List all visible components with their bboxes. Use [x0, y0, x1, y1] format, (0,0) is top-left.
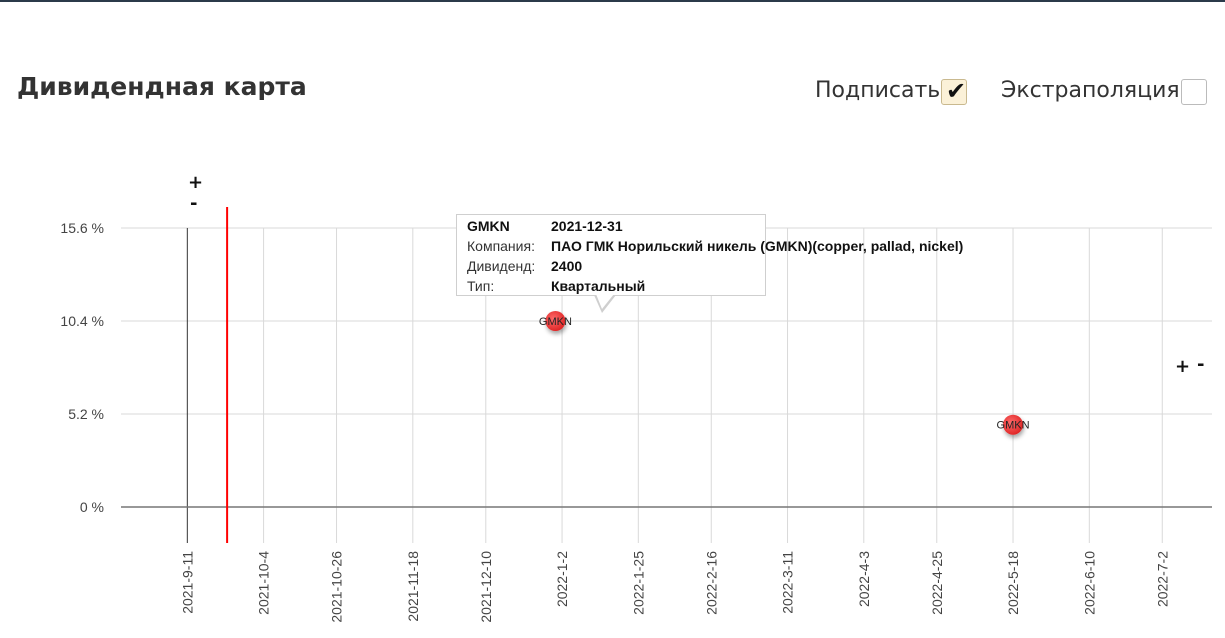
x-tick-label: 2022-4-3 — [856, 551, 872, 607]
x-tick-label: 2022-6-10 — [1081, 551, 1097, 615]
x-tick-label: 2022-7-2 — [1154, 551, 1170, 607]
x-tick-label: 2021-9-11 — [179, 551, 195, 614]
tooltip-dividend-label: Дивиденд: — [467, 258, 536, 274]
y-tick-label: 10.4 % — [60, 313, 104, 329]
x-tick-label: 2021-12-10 — [478, 551, 494, 623]
y-tick-label: 5.2 % — [68, 406, 104, 422]
x-tick-label: 2022-1-2 — [554, 551, 570, 607]
zoom-out-right-button[interactable]: - — [1197, 354, 1204, 375]
y-tick-label: 15.6 % — [60, 220, 104, 236]
zoom-out-left-button[interactable]: - — [190, 193, 197, 214]
tooltip-arrow-inner — [596, 294, 614, 309]
tooltip-ticker: GMKN — [467, 218, 510, 234]
x-tick-label: 2022-1-25 — [630, 551, 646, 615]
x-tick-label: 2022-3-11 — [780, 551, 796, 614]
x-tick-label: 2021-10-26 — [329, 551, 345, 623]
point-tooltip: GMKN 2021-12-31 Компания: ПАО ГМК Нориль… — [456, 214, 963, 296]
dividend-chart: 0 % 5.2 % 10.4 % 15.6 % 2021-9-11 2021-10-4 20… — [60, 207, 1212, 623]
tooltip-type-value: Квартальный — [551, 278, 646, 294]
tooltip-date: 2021-12-31 — [551, 218, 623, 234]
tooltip-company-label: Компания: — [467, 238, 535, 254]
x-tick-label: 2021-11-18 — [405, 551, 421, 622]
zoom-in-right-button[interactable]: + — [1175, 356, 1190, 377]
x-tick-label: 2022-4-25 — [929, 551, 945, 615]
x-tick-label: 2021-10-4 — [256, 551, 272, 615]
x-tick-label: 2022-2-16 — [703, 551, 719, 615]
x-tick-label: 2022-5-18 — [1005, 551, 1021, 615]
point-label: GMKN — [539, 316, 572, 328]
point-label: GMKN — [997, 420, 1030, 432]
tooltip-company-value: ПАО ГМК Норильский никель (GMKN)(copper,… — [551, 238, 964, 254]
tooltip-dividend-value: 2400 — [551, 258, 583, 274]
tooltip-type-label: Тип: — [467, 278, 495, 294]
y-tick-label: 0 % — [80, 499, 104, 515]
zoom-in-left-button[interactable]: + — [188, 172, 203, 193]
